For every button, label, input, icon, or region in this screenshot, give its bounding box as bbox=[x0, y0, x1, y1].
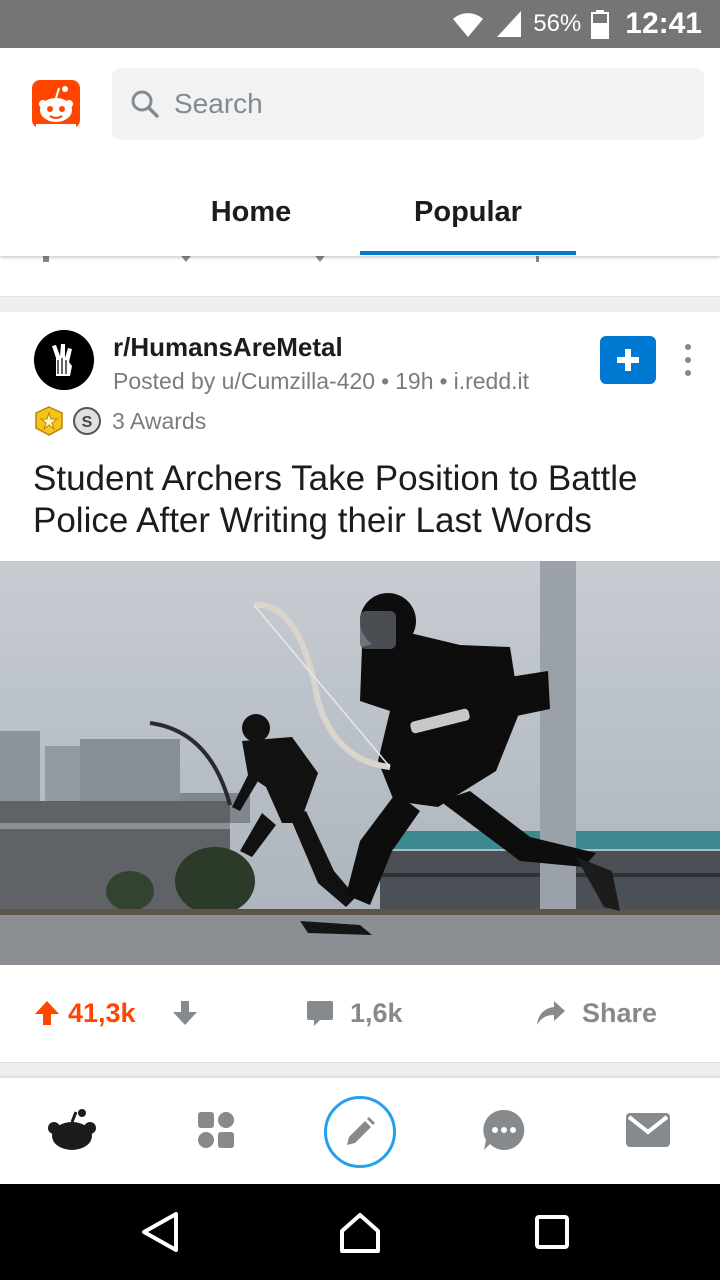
previous-post-peek bbox=[0, 256, 720, 296]
vote-score: 41,3k bbox=[68, 997, 136, 1028]
downvote-arrow-icon bbox=[173, 1001, 197, 1025]
create-post-button[interactable] bbox=[324, 1096, 396, 1168]
gold-award-icon bbox=[35, 406, 63, 436]
reddit-logo-icon[interactable] bbox=[32, 80, 80, 128]
post-more-options-button[interactable] bbox=[674, 340, 702, 380]
share-arrow-icon bbox=[537, 1001, 565, 1025]
system-back-button[interactable] bbox=[134, 1206, 186, 1258]
system-recents-button[interactable] bbox=[526, 1206, 578, 1258]
previous-comment-icon bbox=[315, 256, 325, 262]
nav-communities-button[interactable] bbox=[184, 1098, 248, 1162]
search-bar[interactable] bbox=[112, 68, 704, 140]
join-subreddit-button[interactable] bbox=[600, 336, 656, 384]
nav-inbox-button[interactable] bbox=[616, 1098, 680, 1162]
post-actions: 41,3k 1,6k Share bbox=[0, 965, 720, 1061]
battery-percent: 56% bbox=[533, 10, 582, 37]
communities-icon bbox=[198, 1112, 234, 1148]
status-bar: 56% 12:41 bbox=[0, 0, 720, 48]
home-icon bbox=[48, 1109, 96, 1150]
search-input[interactable] bbox=[174, 88, 654, 120]
tab-popular[interactable]: Popular bbox=[360, 188, 576, 256]
previous-downvote-icon bbox=[181, 256, 191, 262]
subreddit-name[interactable]: r/HumansAreMetal bbox=[113, 332, 343, 363]
nav-home-button[interactable] bbox=[40, 1098, 104, 1162]
cellular-signal-icon bbox=[497, 11, 522, 37]
post-card[interactable]: r/HumansAreMetal Posted by u/Cumzilla-42… bbox=[0, 312, 720, 1062]
app-header: Home Popular bbox=[0, 48, 720, 256]
bottom-navigation bbox=[0, 1078, 720, 1184]
post-age: 19h bbox=[395, 368, 434, 394]
pencil-icon bbox=[347, 1117, 375, 1145]
post-meta: Posted by u/Cumzilla-420 • 19h • i.redd.it bbox=[113, 368, 529, 395]
selected-tab-indicator bbox=[360, 251, 576, 255]
post-author[interactable]: Posted by u/Cumzilla-420 bbox=[113, 368, 375, 394]
silver-award-icon: S bbox=[73, 407, 101, 435]
downvote-button[interactable] bbox=[172, 965, 198, 1061]
recents-square-icon bbox=[535, 1215, 569, 1249]
tab-home[interactable]: Home bbox=[180, 188, 322, 256]
subreddit-avatar[interactable] bbox=[34, 330, 94, 390]
upvote-arrow-icon bbox=[35, 1001, 59, 1025]
battery-icon bbox=[591, 10, 610, 39]
share-button[interactable]: Share bbox=[536, 965, 657, 1061]
plus-icon bbox=[617, 349, 639, 371]
comment-count: 1,6k bbox=[350, 997, 403, 1028]
nav-chat-button[interactable] bbox=[472, 1098, 536, 1162]
system-navigation-bar bbox=[0, 1184, 720, 1280]
post-image[interactable] bbox=[0, 561, 720, 965]
search-icon bbox=[131, 90, 159, 118]
share-label: Share bbox=[582, 997, 658, 1028]
awards-count: 3 Awards bbox=[112, 407, 207, 434]
comments-button[interactable]: 1,6k bbox=[306, 965, 403, 1061]
comment-icon bbox=[307, 1001, 333, 1026]
upvote-button[interactable]: 41,3k bbox=[34, 965, 136, 1061]
chat-icon bbox=[483, 1109, 525, 1150]
post-title[interactable]: Student Archers Take Position to Battle … bbox=[33, 458, 693, 542]
home-outline-icon bbox=[340, 1213, 380, 1253]
awards-row[interactable]: S 3 Awards bbox=[34, 406, 206, 436]
meta-separator: • bbox=[381, 368, 390, 394]
svg-text:S: S bbox=[82, 414, 93, 431]
feed-separator bbox=[0, 1062, 720, 1078]
previous-share-icon bbox=[536, 256, 539, 262]
clock: 12:41 bbox=[625, 7, 702, 40]
meta-separator: • bbox=[439, 368, 448, 394]
wifi-icon bbox=[453, 13, 484, 37]
feed-separator bbox=[0, 296, 720, 312]
mail-icon bbox=[626, 1113, 670, 1147]
feed-tabs: Home Popular bbox=[0, 188, 720, 256]
post-domain[interactable]: i.redd.it bbox=[454, 368, 529, 394]
system-home-button[interactable] bbox=[334, 1206, 386, 1258]
previous-upvote-icon bbox=[43, 256, 49, 262]
back-triangle-icon bbox=[142, 1212, 178, 1252]
